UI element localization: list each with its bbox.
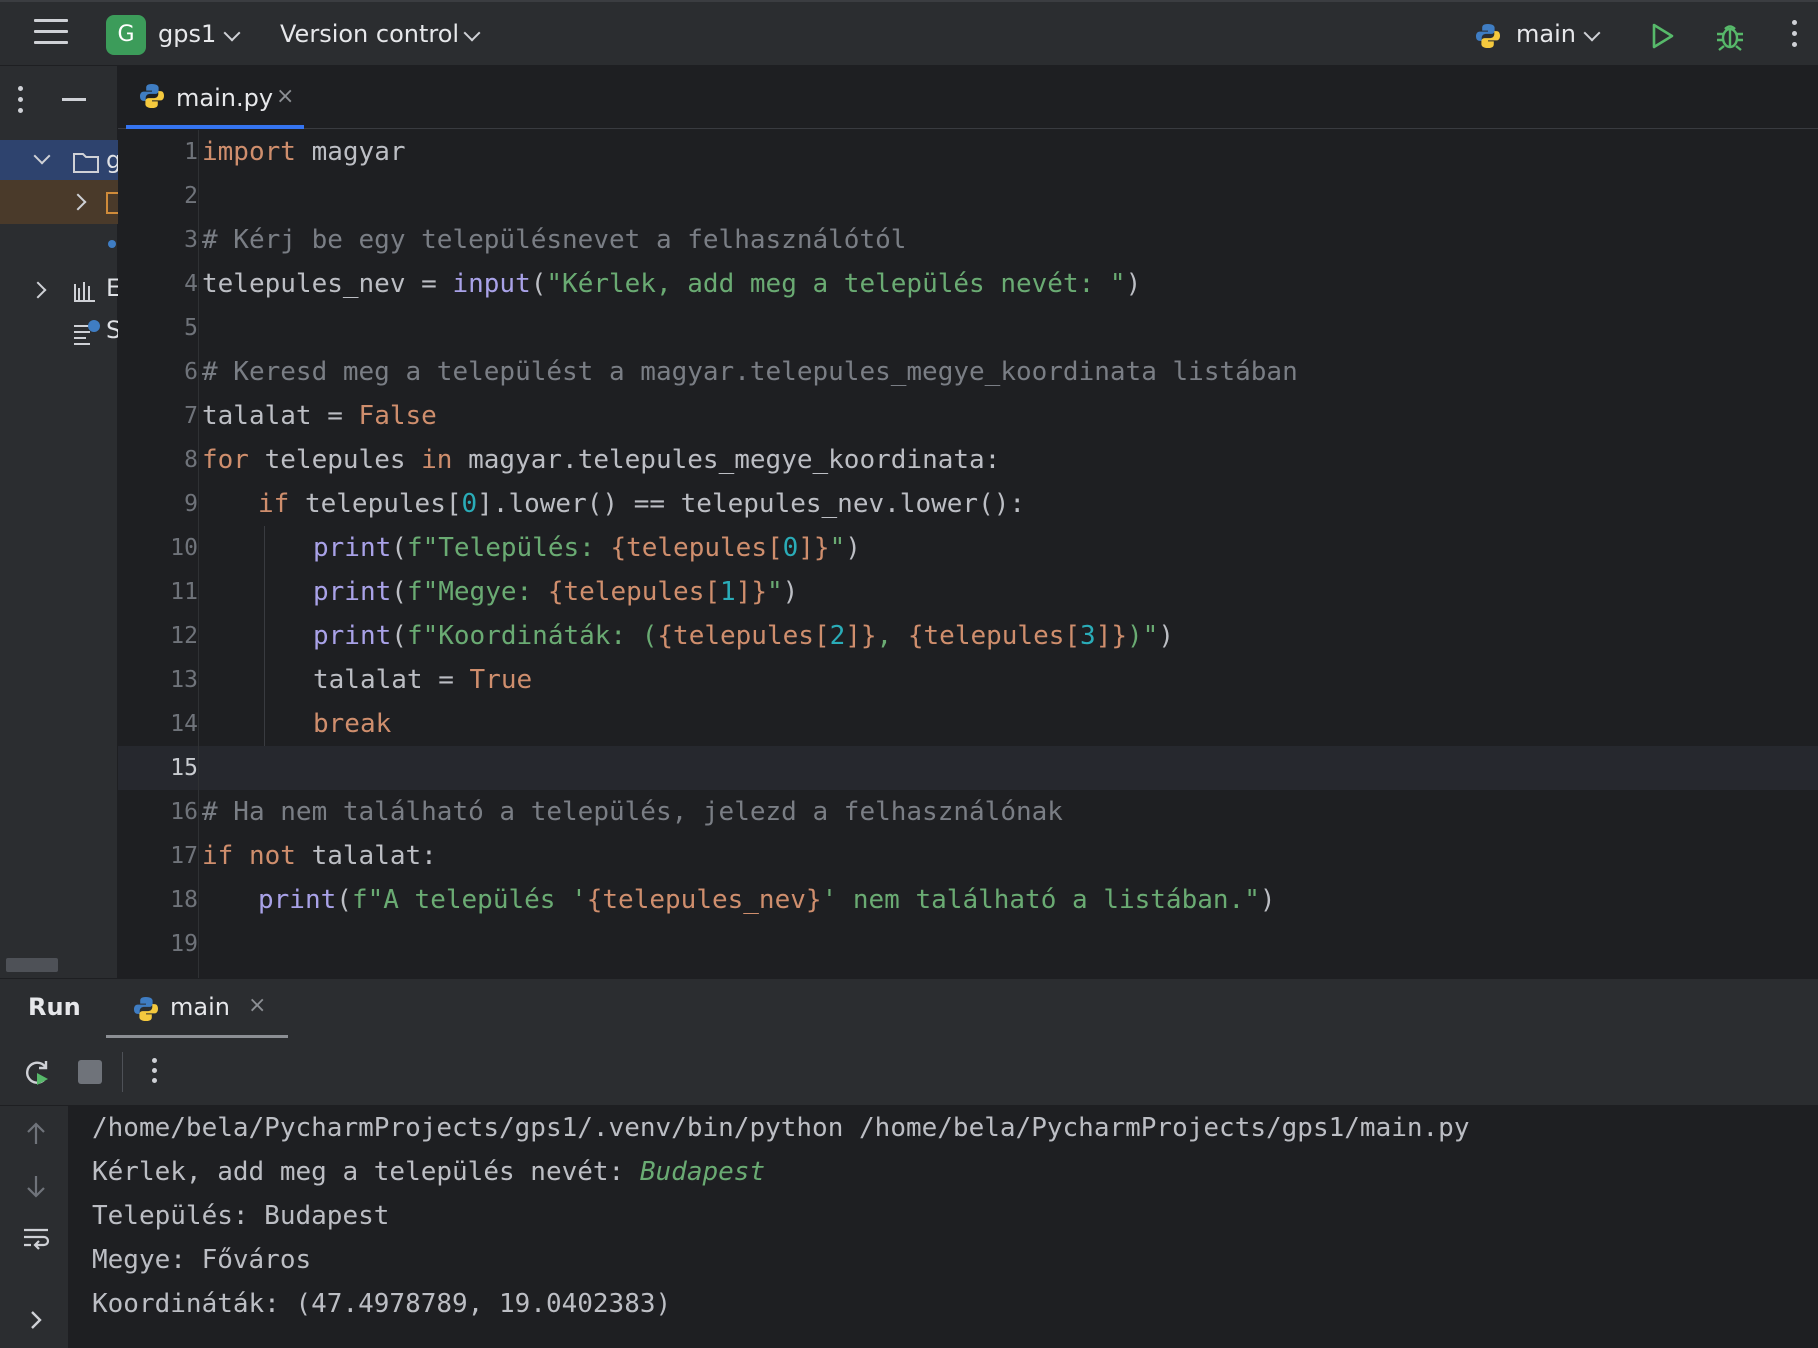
arrow-up-icon[interactable]: [22, 1120, 50, 1148]
python-icon: [1476, 24, 1500, 48]
code-line-4: telepules_nev = input("Kérlek, add meg a…: [202, 269, 1142, 299]
hamburger-icon[interactable]: [34, 19, 68, 49]
horizontal-scrollbar[interactable]: [6, 958, 58, 972]
code-line-3: # Kérj be egy településnevet a felhaszná…: [202, 225, 907, 255]
console-command-line: /home/bela/PycharmProjects/gps1/.venv/bi…: [92, 1113, 1470, 1143]
line-number: 7: [184, 403, 198, 429]
line-number: 11: [170, 579, 198, 605]
editor-tab-bar: main.py ×: [118, 66, 1818, 129]
run-panel-title: Run: [28, 993, 81, 1021]
console-prompt: Kérlek, add meg a település nevét:: [92, 1157, 640, 1187]
toolbar-separator: [122, 1052, 123, 1092]
tree-item-external-libraries[interactable]: E: [0, 268, 121, 312]
console-output-line: Megye: Főváros: [92, 1245, 312, 1275]
file-dot-icon: [108, 240, 116, 248]
line-number: 13: [170, 667, 198, 693]
line-number: 5: [184, 315, 198, 341]
code-line-17: if not talalat:: [202, 841, 437, 871]
code-line-1: import magyar: [202, 137, 406, 167]
code-line-9: if telepules[0].lower() == telepules_nev…: [258, 489, 1026, 519]
chevron-down-icon[interactable]: [33, 147, 51, 165]
active-tab-indicator: [126, 125, 304, 129]
scratches-icon: [74, 320, 100, 345]
close-icon[interactable]: ×: [276, 84, 294, 109]
line-number: 16: [170, 799, 198, 825]
chevron-right-icon[interactable]: [22, 1306, 50, 1334]
indent-guide: [264, 526, 265, 746]
code-line-16: # Ha nem található a település, jelezd a…: [202, 797, 1063, 827]
line-number: 18: [170, 887, 198, 913]
code-editor[interactable]: 1 2 3 4 5 6 7 8 9 10 11 12 13 14 15 16 1…: [118, 130, 1818, 978]
line-number: 19: [170, 931, 198, 957]
gutter-divider: [198, 130, 199, 978]
line-number: 10: [170, 535, 198, 561]
minimize-icon[interactable]: [62, 98, 86, 101]
tree-item-project-root[interactable]: g: [0, 140, 121, 184]
line-number: 6: [184, 359, 198, 385]
chevron-right-icon[interactable]: [29, 281, 47, 299]
code-line-18: print(f"A település '{telepules_nev}' ne…: [258, 885, 1276, 915]
tab-label: main.py: [176, 84, 274, 112]
console-output-line: Koordináták: (47.4978789, 19.0402383): [92, 1289, 672, 1319]
code-line-6: # Keresd meg a települést a magyar.telep…: [202, 357, 1298, 387]
more-options-icon[interactable]: [152, 1058, 160, 1088]
line-number: 17: [170, 843, 198, 869]
code-line-12: print(f"Koordináták: ({telepules[2]}, {t…: [313, 621, 1174, 651]
chevron-down-icon[interactable]: [223, 24, 241, 42]
python-icon: [134, 997, 158, 1021]
run-config-selector[interactable]: main: [1516, 20, 1576, 48]
current-line-highlight: [118, 746, 1818, 790]
chevron-right-icon[interactable]: [69, 193, 87, 211]
project-badge[interactable]: G: [106, 15, 146, 55]
console-user-input: Budapest: [639, 1157, 766, 1187]
line-number: 2: [184, 183, 198, 209]
line-number: 14: [170, 711, 198, 737]
run-toolbar: [0, 1038, 1818, 1106]
project-name[interactable]: gps1: [158, 20, 216, 48]
main-toolbar: G gps1 Version control main: [0, 0, 1818, 66]
play-icon[interactable]: [1650, 22, 1676, 50]
run-panel-header: Run main ×: [0, 978, 1818, 1039]
line-number: 3: [184, 227, 198, 253]
run-tab-label: main: [170, 993, 230, 1021]
bug-icon[interactable]: [1714, 20, 1746, 52]
code-line-14: break: [313, 709, 392, 739]
line-number-gutter: 1 2 3 4 5 6 7 8 9 10 11 12 13 14 15 16 1…: [118, 130, 198, 978]
rerun-icon[interactable]: [22, 1058, 52, 1088]
chevron-down-icon[interactable]: [1583, 24, 1601, 42]
soft-wrap-icon[interactable]: [22, 1224, 50, 1252]
arrow-down-icon[interactable]: [22, 1172, 50, 1200]
tab-main-py[interactable]: main.py ×: [126, 66, 304, 129]
line-number: 4: [184, 271, 198, 297]
more-options-icon[interactable]: [18, 86, 26, 119]
chevron-down-icon[interactable]: [463, 24, 481, 42]
console-side-toolbar: [0, 1106, 68, 1348]
line-number: 9: [184, 491, 198, 517]
line-number: 12: [170, 623, 198, 649]
tab-run-main[interactable]: main ×: [106, 979, 288, 1039]
code-line-10: print(f"Település: {telepules[0]}"): [313, 533, 861, 563]
library-icon: [74, 282, 95, 302]
more-options-icon[interactable]: [1790, 20, 1798, 52]
line-number-current: 15: [170, 755, 198, 781]
tree-item-venv[interactable]: [0, 180, 120, 224]
line-number: 8: [184, 447, 198, 473]
version-control-menu[interactable]: Version control: [280, 20, 459, 48]
close-icon[interactable]: ×: [248, 993, 266, 1018]
tree-item-scratches[interactable]: S: [0, 310, 121, 354]
folder-icon: [73, 153, 99, 173]
line-number: 1: [184, 139, 198, 165]
stop-icon[interactable]: [78, 1060, 102, 1084]
code-line-8: for telepules in magyar.telepules_megye_…: [202, 445, 1001, 475]
code-line-11: print(f"Megye: {telepules[1]}"): [313, 577, 799, 607]
code-line-7: talalat = False: [202, 401, 437, 431]
console-output[interactable]: /home/bela/PycharmProjects/gps1/.venv/bi…: [68, 1106, 1818, 1348]
console-output-line: Település: Budapest: [92, 1201, 390, 1231]
console-prompt-line: Kérlek, add meg a település nevét: Budap…: [92, 1150, 765, 1194]
code-line-13: talalat = True: [313, 665, 533, 695]
python-icon: [140, 84, 164, 108]
